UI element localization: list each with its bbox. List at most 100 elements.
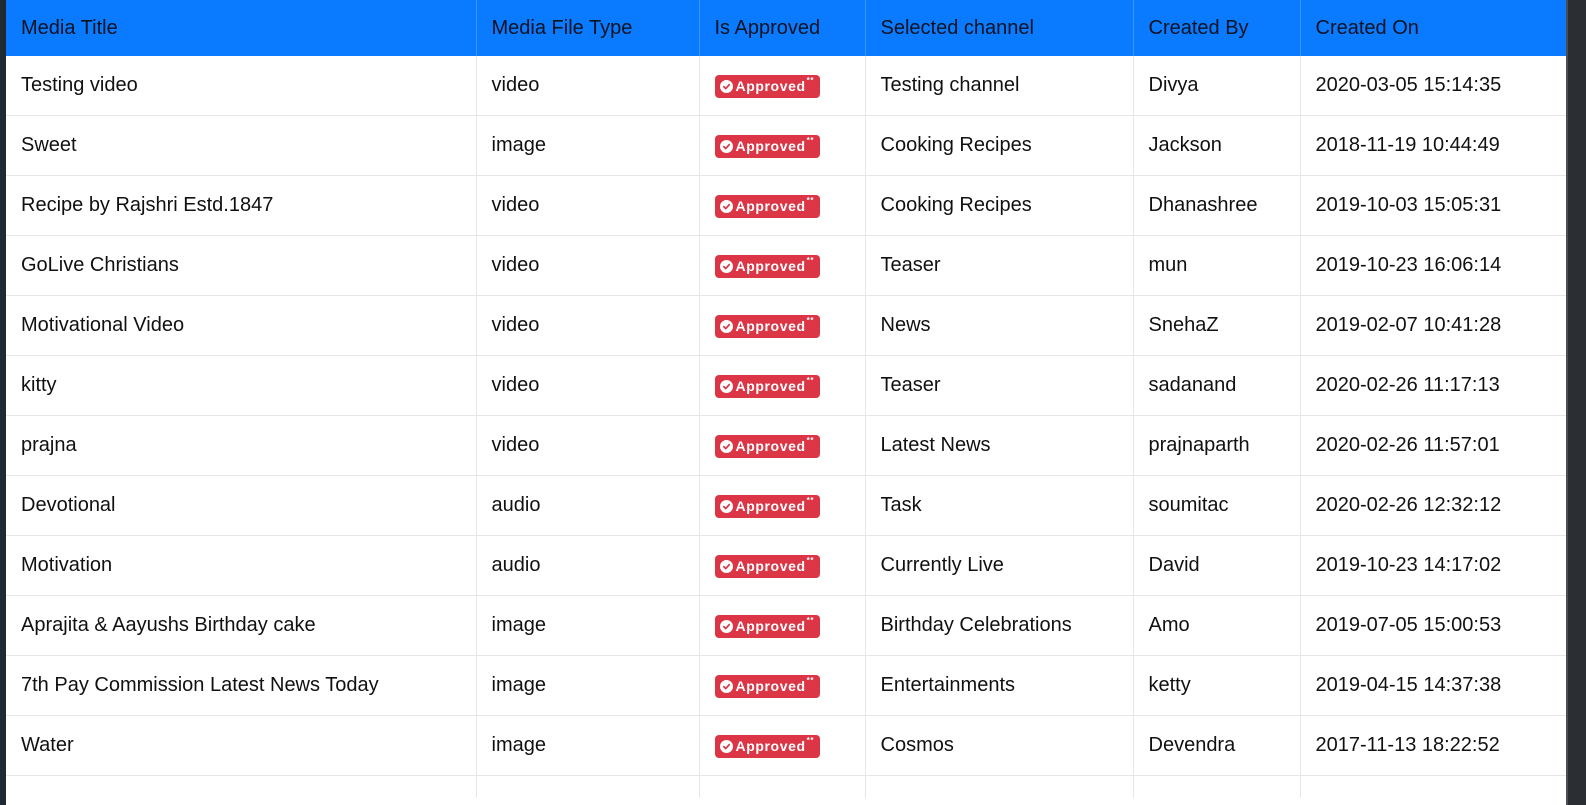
table-row[interactable]: kitty video Approved ** Teaser sadanand … [6,355,1566,416]
table-row[interactable]: Devotional audio Approved ** Task soumit… [6,475,1566,536]
media-title-cell: Water [6,715,477,776]
created-by-cell: Dhanashree [1133,175,1301,236]
column-header-created-on[interactable]: Created On [1300,0,1566,56]
check-circle-icon [719,319,733,333]
approved-badge: Approved ** [714,434,821,458]
approved-badge-marker: ** [806,496,815,505]
created-by-cell: Devendra [1133,715,1301,776]
created-on-cell: 2019-07-05 15:00:53 [1300,595,1566,656]
header-row: Media Title Media File Type Is Approved … [6,0,1566,56]
media-type-cell: image [476,715,700,776]
approval-cell: Approved ** [699,56,866,116]
channel-cell: Latest News [865,415,1134,476]
created-on-cell: 2020-02-26 11:57:01 [1300,415,1566,476]
approval-cell: Approved ** [699,175,866,236]
table-body: Testing video video Approved ** Testing … [6,56,1566,798]
approved-badge: Approved ** [714,134,821,158]
media-table: Media Title Media File Type Is Approved … [6,0,1566,798]
check-circle-icon [719,739,733,753]
approval-cell: Approved ** [699,295,866,356]
check-circle-icon [719,379,733,393]
table-row[interactable]: Water image Approved ** Cosmos Devendra … [6,715,1566,776]
created-by-cell: soumitac [1133,475,1301,536]
approval-cell: Approved ** [699,235,866,296]
channel-cell: Testing channel [865,56,1134,116]
created-by-cell: prajnaparth [1133,415,1301,476]
media-title-cell: Motivational Video [6,295,477,356]
approved-badge: Approved ** [714,194,821,218]
created-by-cell: ketty [1133,655,1301,716]
created-by-cell: David [1133,535,1301,596]
check-circle-icon [719,499,733,513]
channel-cell: Cosmos [865,715,1134,776]
created-on-cell: 2020-03-05 15:14:35 [1300,56,1566,116]
media-title-cell: 7th Pay Commission Latest News Today [6,655,477,716]
column-header-media-file-type[interactable]: Media File Type [476,0,700,56]
table-row[interactable]: prajna video Approved ** Latest News pra… [6,415,1566,476]
approved-badge-marker: ** [806,616,815,625]
media-type-cell: image [476,115,700,176]
approval-cell: Approved ** [699,655,866,716]
approved-badge-label: Approved [735,317,806,334]
column-header-is-approved[interactable]: Is Approved [699,0,866,56]
media-type-cell: video [476,355,700,416]
media-title-cell: prajna [6,415,477,476]
partial-table-row [6,775,1566,798]
check-circle-icon [719,199,733,213]
approved-badge-marker: ** [806,136,815,145]
approved-badge-label: Approved [735,377,806,394]
table-row[interactable]: Motivational Video video Approved ** New… [6,295,1566,356]
channel-cell: Teaser [865,355,1134,416]
table-row[interactable]: Testing video video Approved ** Testing … [6,56,1566,116]
approved-badge: Approved ** [714,734,821,758]
approved-badge-marker: ** [806,196,815,205]
approved-badge-label: Approved [735,257,806,274]
media-title-cell: Recipe by Rajshri Estd.1847 [6,175,477,236]
table-header: Media Title Media File Type Is Approved … [6,0,1566,56]
approved-badge: Approved ** [714,374,821,398]
media-type-cell: video [476,415,700,476]
media-type-cell: video [476,295,700,356]
channel-cell: Cooking Recipes [865,175,1134,236]
media-type-cell: audio [476,535,700,596]
table-row[interactable]: Motivation audio Approved ** Currently L… [6,535,1566,596]
partial-cell [6,775,477,798]
approval-cell: Approved ** [699,595,866,656]
approval-cell: Approved ** [699,715,866,776]
created-on-cell: 2019-10-23 16:06:14 [1300,235,1566,296]
media-title-cell: Devotional [6,475,477,536]
check-circle-icon [719,439,733,453]
created-by-cell: sadanand [1133,355,1301,416]
table-row[interactable]: Recipe by Rajshri Estd.1847 video Approv… [6,175,1566,236]
vertical-scrollbar[interactable] [1568,0,1586,805]
approved-badge-marker: ** [806,436,815,445]
column-header-selected-channel[interactable]: Selected channel [865,0,1134,56]
created-on-cell: 2019-10-23 14:17:02 [1300,535,1566,596]
table-row[interactable]: 7th Pay Commission Latest News Today ima… [6,655,1566,716]
partial-cell [476,775,700,798]
approved-badge-label: Approved [735,677,806,694]
channel-cell: Entertainments [865,655,1134,716]
column-header-media-title[interactable]: Media Title [6,0,477,56]
approved-badge: Approved ** [714,674,821,698]
approved-badge: Approved ** [714,494,821,518]
approval-cell: Approved ** [699,115,866,176]
media-list-page: Media Title Media File Type Is Approved … [0,0,1586,805]
table-row[interactable]: GoLive Christians video Approved ** Teas… [6,235,1566,296]
created-on-cell: 2020-02-26 11:17:13 [1300,355,1566,416]
channel-cell: Cooking Recipes [865,115,1134,176]
channel-cell: Task [865,475,1134,536]
approved-badge-label: Approved [735,737,806,754]
media-title-cell: GoLive Christians [6,235,477,296]
column-header-created-by[interactable]: Created By [1133,0,1301,56]
created-on-cell: 2019-04-15 14:37:38 [1300,655,1566,716]
table-row[interactable]: Sweet image Approved ** Cooking Recipes … [6,115,1566,176]
table-row[interactable]: Aprajita & Aayushs Birthday cake image A… [6,595,1566,656]
media-type-cell: video [476,235,700,296]
created-on-cell: 2019-10-03 15:05:31 [1300,175,1566,236]
media-type-cell: image [476,655,700,716]
created-on-cell: 2020-02-26 12:32:12 [1300,475,1566,536]
created-by-cell: Jackson [1133,115,1301,176]
approved-badge-label: Approved [735,557,806,574]
channel-cell: Teaser [865,235,1134,296]
